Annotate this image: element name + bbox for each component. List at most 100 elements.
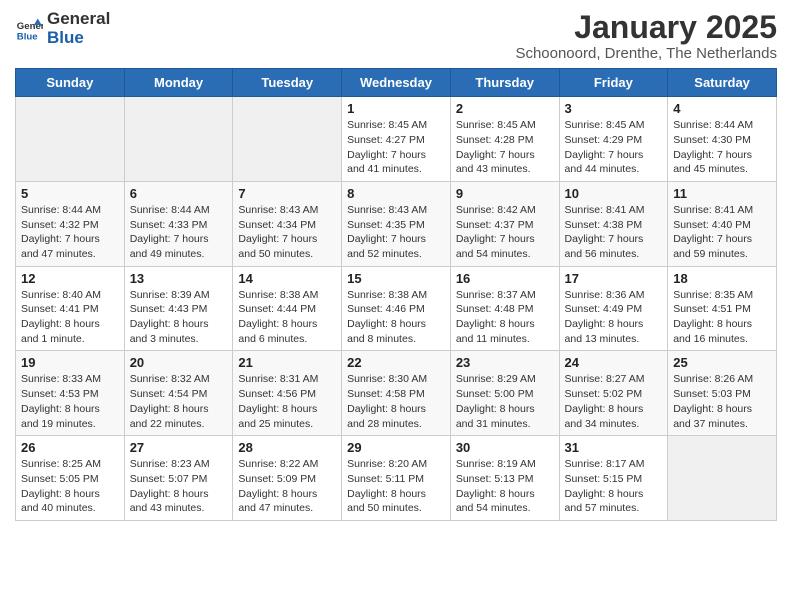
day-detail: Sunrise: 8:44 AM Sunset: 4:33 PM Dayligh… (130, 203, 228, 262)
day-detail: Sunrise: 8:33 AM Sunset: 4:53 PM Dayligh… (21, 372, 119, 431)
calendar-cell: 24Sunrise: 8:27 AM Sunset: 5:02 PM Dayli… (559, 351, 668, 436)
main-title: January 2025 (515, 10, 777, 45)
day-detail: Sunrise: 8:25 AM Sunset: 5:05 PM Dayligh… (21, 457, 119, 516)
week-row-3: 12 Sunrise: 8:40 AM Sunset: 4:41 PM Dayli… (16, 266, 777, 351)
subtitle: Schoonoord, Drenthe, The Netherlands (515, 45, 777, 62)
logo-blue-text: Blue (47, 29, 110, 48)
day-detail: Sunrise: 8:37 AM Sunset: 4:48 PM Dayligh… (456, 288, 554, 347)
day-number: 28 (238, 440, 336, 455)
day-number: 13 (130, 271, 228, 286)
calendar-cell: 11 Sunrise: 8:41 AM Sunset: 4:40 PM Dayli… (668, 181, 777, 266)
day-detail: Sunrise: 8:31 AM Sunset: 4:56 PM Dayligh… (238, 372, 336, 431)
day-detail: Sunrise: 8:29 AM Sunset: 5:00 PM Dayligh… (456, 372, 554, 431)
week-row-5: 26 Sunrise: 8:25 AM Sunset: 5:05 PM Dayli… (16, 436, 777, 521)
day-detail: Sunrise: 8:35 AM Sunset: 4:51 PM Dayligh… (673, 288, 771, 347)
day-number: 12 (21, 271, 119, 286)
page-header: General Blue General Blue January 2025 S… (15, 10, 777, 62)
calendar-cell: 30 Sunrise: 8:19 AM Sunset: 5:13 PM Dayli… (450, 436, 559, 521)
calendar-cell: 18 Sunrise: 8:35 AM Sunset: 4:51 PM Dayli… (668, 266, 777, 351)
calendar-cell: 17 Sunrise: 8:36 AM Sunset: 4:49 PM Dayli… (559, 266, 668, 351)
day-detail: Sunrise: 8:41 AM Sunset: 4:38 PM Dayligh… (565, 203, 663, 262)
calendar-cell: 2 Sunrise: 8:45 AM Sunset: 4:28 PM Daylig… (450, 97, 559, 182)
calendar-cell: 19 Sunrise: 8:33 AM Sunset: 4:53 PM Dayli… (16, 351, 125, 436)
day-number: 9 (456, 186, 554, 201)
day-detail: Sunrise: 8:45 AM Sunset: 4:28 PM Dayligh… (456, 118, 554, 177)
day-detail: Sunrise: 8:40 AM Sunset: 4:41 PM Dayligh… (21, 288, 119, 347)
day-detail: Sunrise: 8:32 AM Sunset: 4:54 PM Dayligh… (130, 372, 228, 431)
day-detail: Sunrise: 8:41 AM Sunset: 4:40 PM Dayligh… (673, 203, 771, 262)
calendar-cell: 9 Sunrise: 8:42 AM Sunset: 4:37 PM Daylig… (450, 181, 559, 266)
calendar-cell: 1Sunrise: 8:45 AM Sunset: 4:27 PM Daylig… (342, 97, 451, 182)
day-number: 20 (130, 355, 228, 370)
calendar-cell: 29Sunrise: 8:20 AM Sunset: 5:11 PM Dayli… (342, 436, 451, 521)
calendar-cell: 10Sunrise: 8:41 AM Sunset: 4:38 PM Dayli… (559, 181, 668, 266)
day-detail: Sunrise: 8:44 AM Sunset: 4:30 PM Dayligh… (673, 118, 771, 177)
calendar-cell: 20 Sunrise: 8:32 AM Sunset: 4:54 PM Dayli… (124, 351, 233, 436)
calendar-cell (124, 97, 233, 182)
day-detail: Sunrise: 8:22 AM Sunset: 5:09 PM Dayligh… (238, 457, 336, 516)
day-header-tuesday: Tuesday (233, 69, 342, 97)
calendar-cell: 15Sunrise: 8:38 AM Sunset: 4:46 PM Dayli… (342, 266, 451, 351)
calendar-cell: 8Sunrise: 8:43 AM Sunset: 4:35 PM Daylig… (342, 181, 451, 266)
day-number: 18 (673, 271, 771, 286)
day-header-saturday: Saturday (668, 69, 777, 97)
day-number: 1 (347, 101, 445, 116)
week-row-1: 1Sunrise: 8:45 AM Sunset: 4:27 PM Daylig… (16, 97, 777, 182)
day-number: 5 (21, 186, 119, 201)
day-detail: Sunrise: 8:45 AM Sunset: 4:29 PM Dayligh… (565, 118, 663, 177)
day-number: 17 (565, 271, 663, 286)
day-number: 4 (673, 101, 771, 116)
calendar-cell: 16 Sunrise: 8:37 AM Sunset: 4:48 PM Dayli… (450, 266, 559, 351)
day-header-wednesday: Wednesday (342, 69, 451, 97)
calendar-cell (668, 436, 777, 521)
calendar-cell: 4 Sunrise: 8:44 AM Sunset: 4:30 PM Daylig… (668, 97, 777, 182)
calendar-body: 1Sunrise: 8:45 AM Sunset: 4:27 PM Daylig… (16, 97, 777, 521)
logo-general-text: General (47, 10, 110, 29)
week-row-4: 19 Sunrise: 8:33 AM Sunset: 4:53 PM Dayli… (16, 351, 777, 436)
day-number: 2 (456, 101, 554, 116)
day-detail: Sunrise: 8:38 AM Sunset: 4:44 PM Dayligh… (238, 288, 336, 347)
calendar-table: SundayMondayTuesdayWednesdayThursdayFrid… (15, 68, 777, 521)
day-number: 30 (456, 440, 554, 455)
day-number: 21 (238, 355, 336, 370)
day-number: 11 (673, 186, 771, 201)
day-detail: Sunrise: 8:23 AM Sunset: 5:07 PM Dayligh… (130, 457, 228, 516)
day-detail: Sunrise: 8:27 AM Sunset: 5:02 PM Dayligh… (565, 372, 663, 431)
calendar-cell: 5 Sunrise: 8:44 AM Sunset: 4:32 PM Daylig… (16, 181, 125, 266)
calendar-cell: 13Sunrise: 8:39 AM Sunset: 4:43 PM Dayli… (124, 266, 233, 351)
day-number: 26 (21, 440, 119, 455)
calendar-cell: 31 Sunrise: 8:17 AM Sunset: 5:15 PM Dayli… (559, 436, 668, 521)
calendar-cell: 26 Sunrise: 8:25 AM Sunset: 5:05 PM Dayli… (16, 436, 125, 521)
day-detail: Sunrise: 8:30 AM Sunset: 4:58 PM Dayligh… (347, 372, 445, 431)
calendar-cell: 28 Sunrise: 8:22 AM Sunset: 5:09 PM Dayli… (233, 436, 342, 521)
calendar-cell: 25Sunrise: 8:26 AM Sunset: 5:03 PM Dayli… (668, 351, 777, 436)
day-number: 3 (565, 101, 663, 116)
days-of-week-row: SundayMondayTuesdayWednesdayThursdayFrid… (16, 69, 777, 97)
day-detail: Sunrise: 8:19 AM Sunset: 5:13 PM Dayligh… (456, 457, 554, 516)
svg-text:Blue: Blue (17, 31, 38, 42)
calendar-cell (233, 97, 342, 182)
logo: General Blue General Blue (15, 10, 110, 47)
day-detail: Sunrise: 8:44 AM Sunset: 4:32 PM Dayligh… (21, 203, 119, 262)
day-header-friday: Friday (559, 69, 668, 97)
calendar-cell: 21 Sunrise: 8:31 AM Sunset: 4:56 PM Dayli… (233, 351, 342, 436)
calendar-header: SundayMondayTuesdayWednesdayThursdayFrid… (16, 69, 777, 97)
logo-icon: General Blue (15, 15, 43, 43)
day-detail: Sunrise: 8:20 AM Sunset: 5:11 PM Dayligh… (347, 457, 445, 516)
day-number: 8 (347, 186, 445, 201)
calendar-cell (16, 97, 125, 182)
calendar-cell: 12 Sunrise: 8:40 AM Sunset: 4:41 PM Dayli… (16, 266, 125, 351)
day-number: 27 (130, 440, 228, 455)
day-detail: Sunrise: 8:17 AM Sunset: 5:15 PM Dayligh… (565, 457, 663, 516)
day-number: 22 (347, 355, 445, 370)
day-header-monday: Monday (124, 69, 233, 97)
day-number: 7 (238, 186, 336, 201)
day-number: 16 (456, 271, 554, 286)
calendar-cell: 7Sunrise: 8:43 AM Sunset: 4:34 PM Daylig… (233, 181, 342, 266)
calendar-cell: 23Sunrise: 8:29 AM Sunset: 5:00 PM Dayli… (450, 351, 559, 436)
day-number: 19 (21, 355, 119, 370)
day-detail: Sunrise: 8:36 AM Sunset: 4:49 PM Dayligh… (565, 288, 663, 347)
day-header-thursday: Thursday (450, 69, 559, 97)
day-number: 31 (565, 440, 663, 455)
day-detail: Sunrise: 8:42 AM Sunset: 4:37 PM Dayligh… (456, 203, 554, 262)
